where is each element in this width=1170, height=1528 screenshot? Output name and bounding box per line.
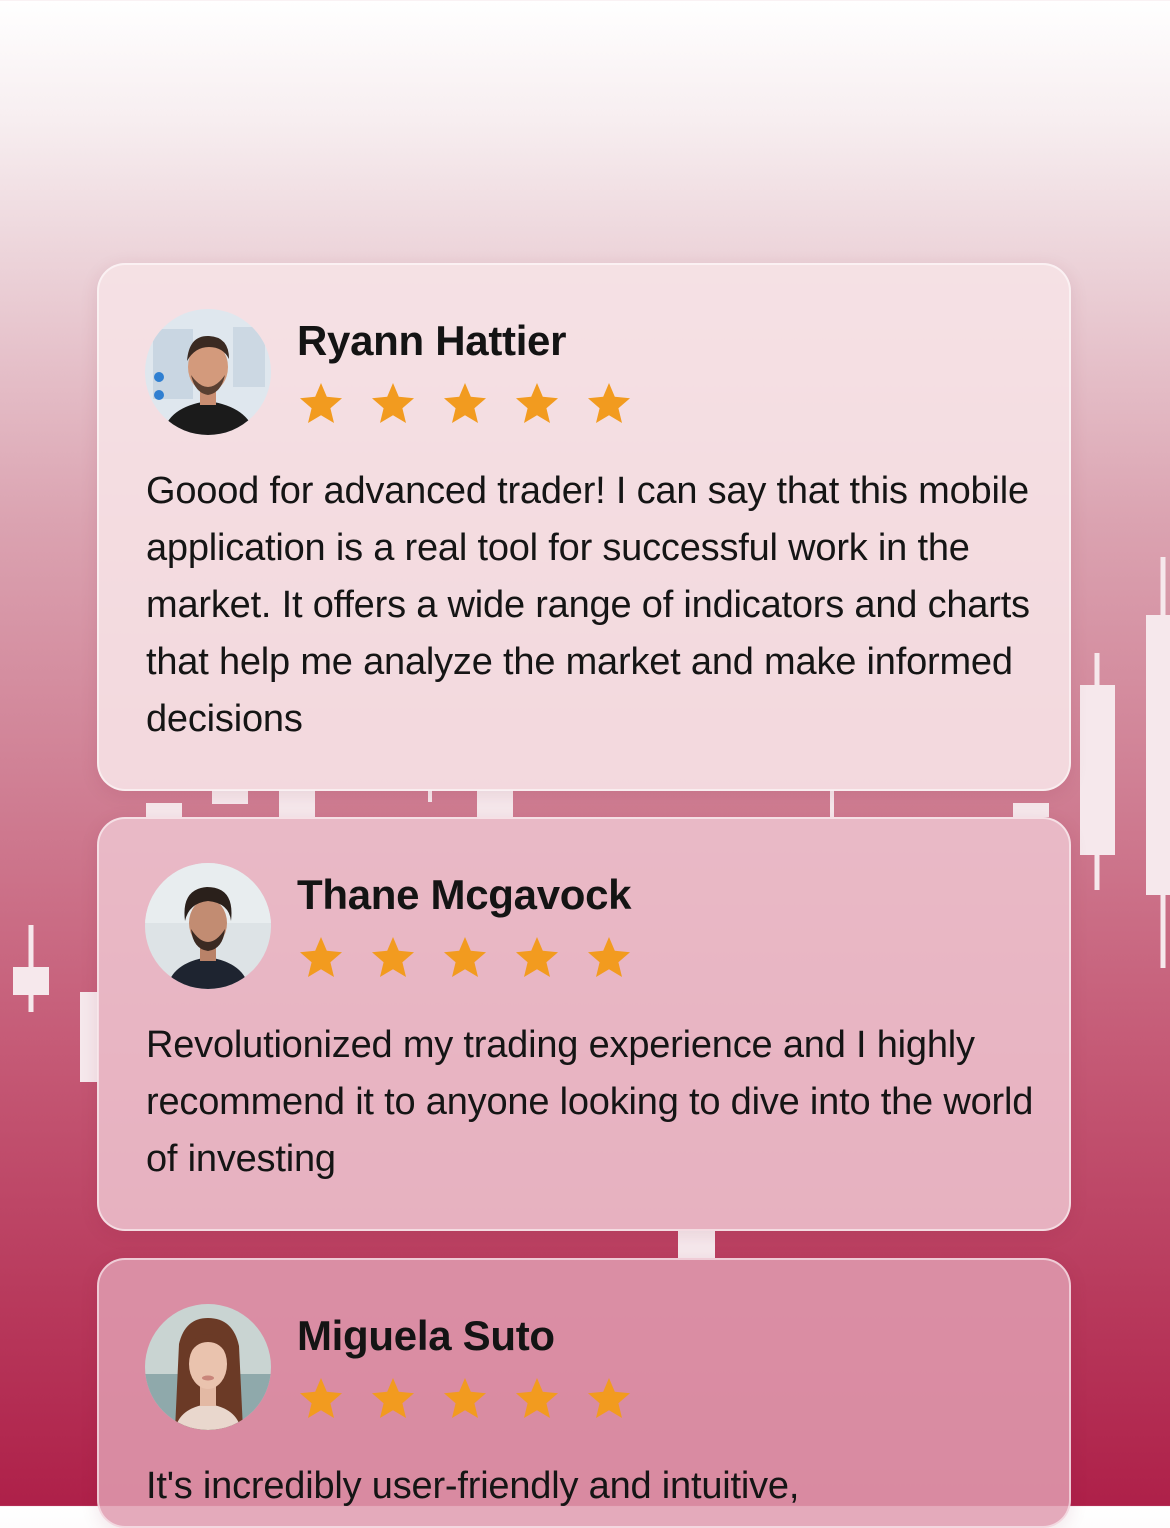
star-icon — [300, 1378, 342, 1418]
star-icon — [516, 937, 558, 977]
reviewer-name: Ryann Hattier — [297, 317, 567, 364]
reviewer-avatar — [145, 309, 271, 435]
review-card: Ryann Hattier Goood for advanced trader!… — [97, 263, 1071, 791]
review-text: Revolutionized my trading experience and… — [146, 1024, 1034, 1180]
star-icon — [588, 383, 630, 423]
star-rating — [297, 1376, 633, 1422]
review-card: Thane Mcgavock Revolutionized my trading… — [97, 817, 1071, 1231]
star-icon — [588, 937, 630, 977]
review-card: Miguela Suto It's incredibly user-friend… — [97, 1258, 1071, 1528]
star-icon — [516, 1378, 558, 1418]
star-icon — [372, 937, 414, 977]
star-icon — [300, 937, 342, 977]
star-icon — [588, 1378, 630, 1418]
reviewer-name: Miguela Suto — [297, 1312, 555, 1359]
star-icon — [444, 383, 486, 423]
star-icon — [372, 1378, 414, 1418]
reviewer-name: Thane Mcgavock — [297, 871, 632, 918]
star-icon — [300, 383, 342, 423]
review-text: It's incredibly user-friendly and intuit… — [146, 1465, 800, 1507]
star-icon — [372, 383, 414, 423]
review-text: Goood for advanced trader! I can say tha… — [146, 470, 1030, 740]
star-icon — [516, 383, 558, 423]
star-icon — [444, 1378, 486, 1418]
star-rating — [297, 935, 633, 981]
star-icon — [444, 937, 486, 977]
star-rating — [297, 381, 633, 427]
reviewer-avatar — [145, 1304, 271, 1430]
reviewer-avatar — [145, 863, 271, 989]
